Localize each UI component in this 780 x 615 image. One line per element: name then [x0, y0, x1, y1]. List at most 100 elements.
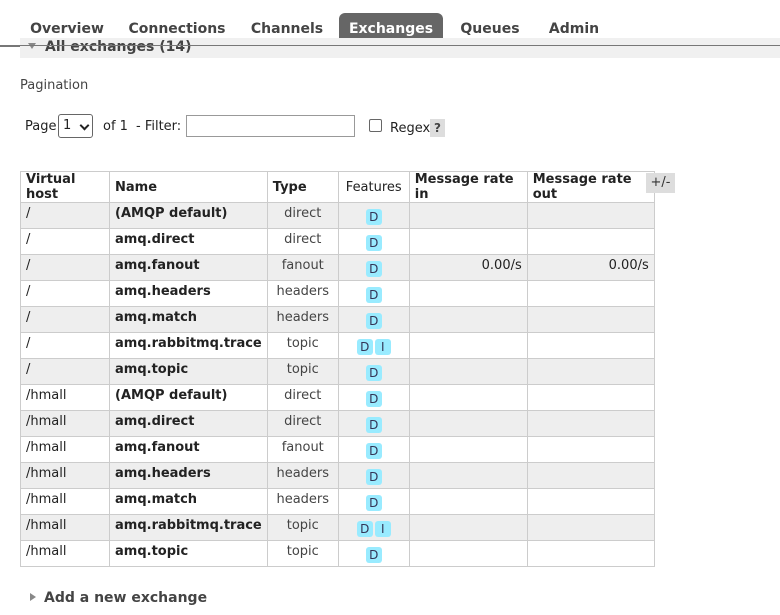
column-header-virtual-host[interactable]: Virtual host	[20, 171, 110, 203]
rate-in-cell	[408, 202, 528, 229]
vhost-cell: /	[20, 254, 110, 281]
vhost-cell: /hmall	[20, 462, 110, 489]
exchange-name-link[interactable]: amq.match	[109, 488, 268, 515]
features-cell: D	[337, 540, 410, 567]
feature-badge: D	[356, 521, 373, 537]
exchange-name-link[interactable]: amq.fanout	[109, 436, 268, 463]
rate-in-cell	[408, 410, 528, 437]
rate-out-cell	[526, 280, 655, 307]
type-cell: headers	[266, 306, 339, 333]
exchange-name-link[interactable]: amq.direct	[109, 228, 268, 255]
table-row[interactable]: / amq.fanout fanout D 0.00/s 0.00/s	[20, 254, 655, 281]
add-exchange-section-header[interactable]: Add a new exchange	[30, 590, 207, 606]
regex-checkbox[interactable]	[369, 119, 382, 132]
column-header-rate-out: Message rate out	[526, 171, 655, 203]
table-row[interactable]: / amq.topic topic D	[20, 358, 655, 385]
exchange-name-link[interactable]: amq.rabbitmq.trace	[109, 332, 268, 359]
rate-out-cell	[526, 306, 655, 333]
type-cell: fanout	[266, 436, 339, 463]
feature-badge: I	[374, 521, 391, 537]
column-header-rate-in: Message rate in	[408, 171, 528, 203]
table-row[interactable]: /hmall amq.rabbitmq.trace topic D I	[20, 514, 655, 541]
table-row[interactable]: / amq.rabbitmq.trace topic D I	[20, 332, 655, 359]
rate-out-cell	[526, 202, 655, 229]
table-row[interactable]: /hmall amq.fanout fanout D	[20, 436, 655, 463]
exchange-name-link[interactable]: amq.direct	[109, 410, 268, 437]
column-toggle-button[interactable]: +/-	[646, 173, 675, 193]
table-header-row: Virtual host Name Type Features Message …	[20, 171, 655, 203]
regex-help-button[interactable]: ?	[430, 119, 445, 137]
page-label: Page	[25, 119, 57, 134]
rate-in-cell	[408, 462, 528, 489]
feature-badge: D	[365, 417, 382, 433]
table-row[interactable]: /hmall amq.direct direct D	[20, 410, 655, 437]
table-row[interactable]: /hmall (AMQP default) direct D	[20, 384, 655, 411]
exchange-name-link[interactable]: (AMQP default)	[109, 384, 268, 411]
rate-out-cell	[526, 488, 655, 515]
table-row[interactable]: / amq.headers headers D	[20, 280, 655, 307]
rate-in-cell	[408, 436, 528, 463]
feature-badge: D	[365, 235, 382, 251]
rate-out-cell	[526, 228, 655, 255]
filter-input[interactable]	[186, 115, 355, 137]
column-header-name[interactable]: Name	[109, 171, 268, 203]
all-exchanges-section-header[interactable]: All exchanges (14)	[20, 38, 780, 58]
type-cell: headers	[266, 462, 339, 489]
rate-out-cell	[526, 462, 655, 489]
features-cell: DI	[337, 514, 410, 541]
expand-triangle-icon	[30, 593, 36, 601]
column-header-type[interactable]: Type	[266, 171, 339, 203]
rate-in-cell	[408, 358, 528, 385]
feature-badge: D	[365, 495, 382, 511]
section-title: All exchanges (14)	[45, 39, 192, 55]
features-cell: D	[337, 228, 410, 255]
exchange-name-link[interactable]: amq.match	[109, 306, 268, 333]
column-header-features: Features	[337, 171, 410, 203]
table-row[interactable]: / (AMQP default) direct D	[20, 202, 655, 229]
features-cell: D	[337, 280, 410, 307]
exchange-name-link[interactable]: amq.headers	[109, 462, 268, 489]
rate-in-cell	[408, 514, 528, 541]
rate-in-cell	[408, 228, 528, 255]
rate-out-cell: 0.00/s	[526, 254, 655, 281]
chevron-down-icon	[79, 120, 90, 131]
vhost-cell: /hmall	[20, 514, 110, 541]
exchange-name-link[interactable]: amq.fanout	[109, 254, 268, 281]
vhost-cell: /	[20, 306, 110, 333]
rate-out-cell	[526, 540, 655, 567]
features-cell: D	[337, 410, 410, 437]
features-cell: D	[337, 488, 410, 515]
exchange-name-link[interactable]: (AMQP default)	[109, 202, 268, 229]
feature-badge: D	[365, 443, 382, 459]
feature-badge: D	[365, 261, 382, 277]
rate-in-cell	[408, 540, 528, 567]
type-cell: topic	[266, 514, 339, 541]
exchange-name-link[interactable]: amq.headers	[109, 280, 268, 307]
rate-out-cell	[526, 410, 655, 437]
feature-badge: D	[365, 547, 382, 563]
feature-badge: D	[365, 469, 382, 485]
vhost-cell: /hmall	[20, 488, 110, 515]
vhost-cell: /	[20, 202, 110, 229]
page-select[interactable]: 1	[58, 114, 93, 138]
exchange-name-link[interactable]: amq.rabbitmq.trace	[109, 514, 268, 541]
table-row[interactable]: / amq.match headers D	[20, 306, 655, 333]
table-row[interactable]: /hmall amq.topic topic D	[20, 540, 655, 567]
table-row[interactable]: /hmall amq.headers headers D	[20, 462, 655, 489]
feature-badge: D	[365, 209, 382, 225]
rate-in-cell	[408, 488, 528, 515]
rate-out-cell	[526, 332, 655, 359]
exchange-name-link[interactable]: amq.topic	[109, 540, 268, 567]
type-cell: headers	[266, 280, 339, 307]
collapse-triangle-icon	[28, 43, 36, 49]
table-row[interactable]: /hmall amq.match headers D	[20, 488, 655, 515]
rate-out-cell	[526, 436, 655, 463]
feature-badge: D	[356, 339, 373, 355]
type-cell: direct	[266, 202, 339, 229]
type-cell: direct	[266, 410, 339, 437]
rate-in-cell	[408, 384, 528, 411]
table-row[interactable]: / amq.direct direct D	[20, 228, 655, 255]
regex-label: Regex	[390, 121, 431, 136]
exchange-name-link[interactable]: amq.topic	[109, 358, 268, 385]
rate-in-cell	[408, 332, 528, 359]
